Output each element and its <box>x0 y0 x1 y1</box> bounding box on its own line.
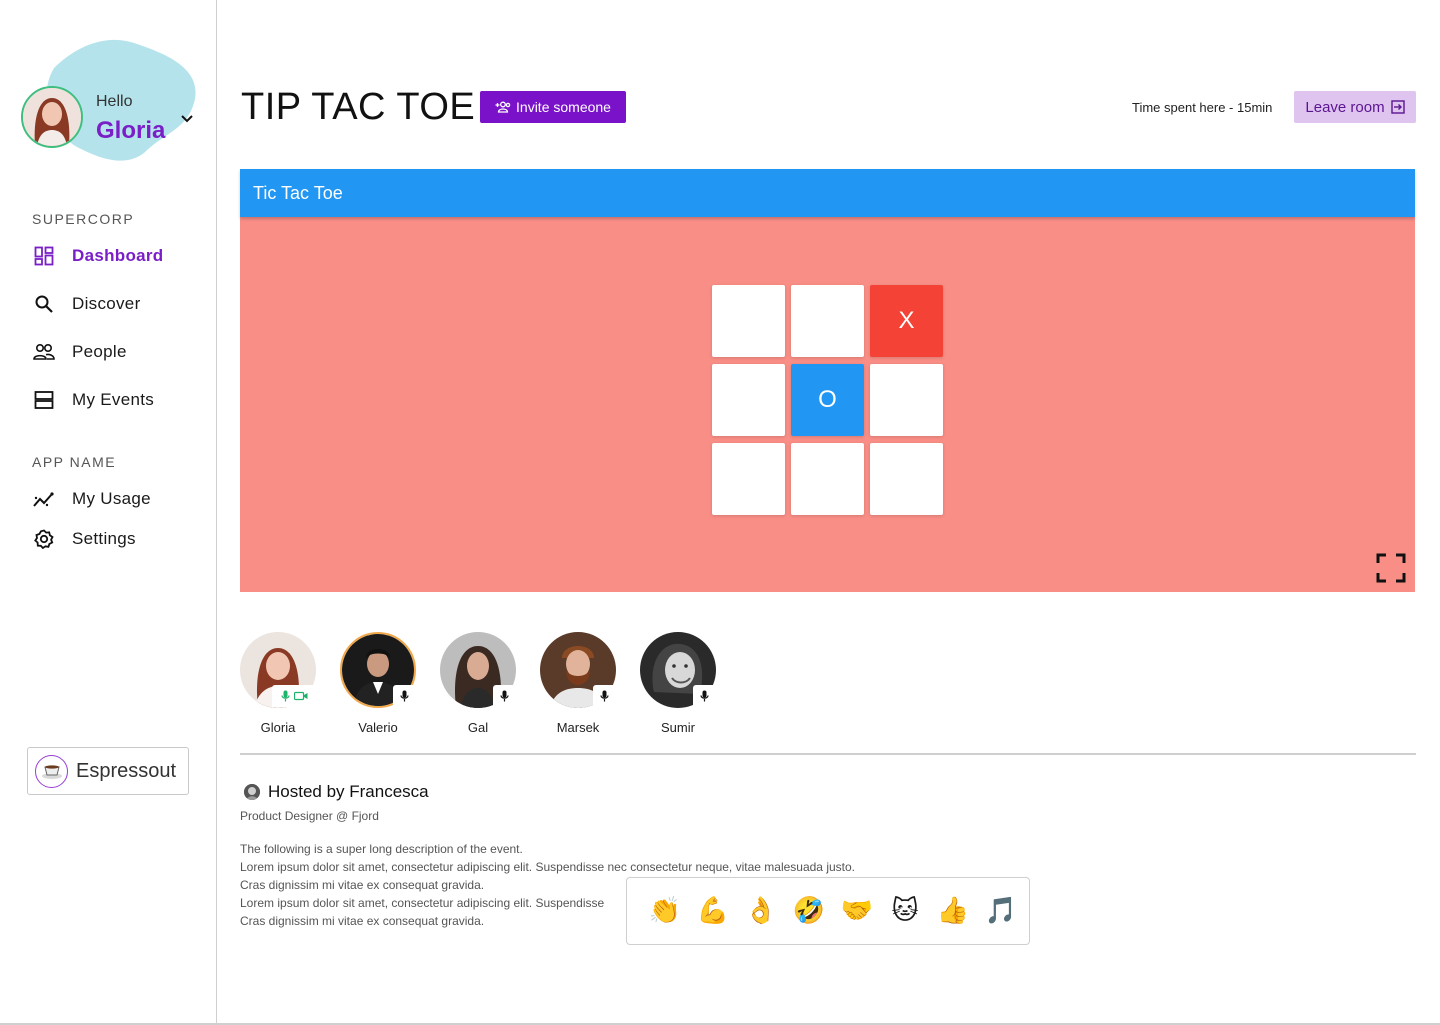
coffee-icon <box>35 754 68 788</box>
participant-status-badge <box>493 685 516 707</box>
participant-status-badge <box>693 685 716 707</box>
clap-reaction-button[interactable]: 👏 <box>641 891 689 931</box>
chevron-down-icon[interactable] <box>178 110 196 128</box>
sidebar-item-label: Discover <box>72 294 141 313</box>
muscle-reaction-button[interactable]: 💪 <box>689 891 737 931</box>
sidebar-item-people[interactable]: People <box>32 339 202 365</box>
sidebar-item-settings[interactable]: Settings <box>32 526 202 552</box>
add-people-icon <box>495 101 511 113</box>
description-line: The following is a super long descriptio… <box>240 842 523 856</box>
participant-name: Marsek <box>556 720 600 735</box>
handshake-reaction-button[interactable]: 🤝 <box>833 891 881 931</box>
microphone-on-icon <box>280 690 290 702</box>
sidebar-item-label: People <box>72 342 127 361</box>
cat-reaction-button[interactable]: 🐱 <box>881 891 929 931</box>
fullscreen-icon[interactable] <box>1376 553 1406 583</box>
game-panel-header: Tic Tac Toe <box>240 169 1415 217</box>
participant-name: Valerio <box>358 720 398 735</box>
section-label-supercorp: SUPERCORP <box>32 211 135 227</box>
board-cell[interactable] <box>791 285 864 357</box>
invite-button-label: Invite someone <box>516 99 611 115</box>
search-icon <box>32 292 56 316</box>
participant-name: Gal <box>467 720 489 735</box>
sidebar-item-label: My Events <box>72 390 155 409</box>
participant-name: Sumir <box>661 720 695 735</box>
hosted-by-text: Hosted by Francesca <box>268 782 429 801</box>
board-cell[interactable] <box>870 443 943 515</box>
user-avatar[interactable] <box>21 86 83 148</box>
game-board-area: X O <box>240 217 1415 592</box>
music-note-reaction-button[interactable]: 🎵 <box>977 891 1025 931</box>
sidebar-item-my-usage[interactable]: My Usage <box>32 486 202 512</box>
user-avatar-image <box>23 88 81 146</box>
host-avatar <box>244 784 260 800</box>
description-line: Lorem ipsum dolor sit amet, consectetur … <box>240 860 855 874</box>
microphone-icon <box>600 690 609 702</box>
board-cell[interactable] <box>712 443 785 515</box>
participant-marsek[interactable]: Marsek <box>539 632 617 735</box>
ok-hand-reaction-button[interactable]: 👌 <box>737 891 785 931</box>
microphone-icon <box>700 690 709 702</box>
page-title: TIP TAC TOE <box>241 86 476 128</box>
game-title: Tic Tac Toe <box>253 182 343 203</box>
microphone-icon <box>400 690 409 702</box>
laughing-reaction-button[interactable]: 🤣 <box>785 891 833 931</box>
thumbs-up-reaction-button[interactable]: 👍 <box>929 891 977 931</box>
reaction-picker: 👏 💪 👌 🤣 🤝 🐱 👍 🎵 <box>626 877 1030 945</box>
participant-status-badge <box>393 685 416 707</box>
sidebar-item-label: Settings <box>72 529 136 548</box>
board-cell[interactable] <box>712 285 785 357</box>
usage-icon <box>32 487 56 511</box>
camera-on-icon <box>293 691 307 701</box>
microphone-icon <box>500 690 509 702</box>
participant-sumir[interactable]: Sumir <box>639 632 717 735</box>
sidebar-item-label: Dashboard <box>72 246 164 265</box>
participant-gloria[interactable]: Gloria <box>239 632 317 735</box>
greeting-text: Hello <box>96 93 133 110</box>
board-cell-x[interactable]: X <box>870 285 943 357</box>
leave-room-button[interactable]: Leave room <box>1294 91 1416 123</box>
company-switcher-button[interactable]: Espressout <box>27 747 189 795</box>
sidebar-item-label: My Usage <box>72 489 151 508</box>
invite-someone-button[interactable]: Invite someone <box>480 91 626 123</box>
sidebar-item-dashboard[interactable]: Dashboard <box>32 243 202 269</box>
people-icon <box>32 340 56 364</box>
section-label-app-name: APP NAME <box>32 454 117 470</box>
participant-gal[interactable]: Gal <box>439 632 517 735</box>
participant-name: Gloria <box>260 720 296 735</box>
section-divider <box>240 753 1416 755</box>
participant-status-badge <box>272 685 316 707</box>
leave-button-label: Leave room <box>1305 98 1385 116</box>
settings-icon <box>32 527 56 551</box>
board-cell[interactable] <box>870 364 943 436</box>
participant-status-badge <box>593 685 616 707</box>
participant-valerio[interactable]: Valerio <box>339 632 417 735</box>
board-cell[interactable] <box>712 364 785 436</box>
company-name: Espressout <box>76 759 177 782</box>
board-cell-o[interactable]: O <box>791 364 864 436</box>
sidebar: Hello Gloria SUPERCORP Dashboard Discove… <box>0 0 217 1025</box>
sidebar-item-my-events[interactable]: My Events <box>32 387 202 413</box>
user-name: Gloria <box>96 117 166 144</box>
dashboard-icon <box>32 244 56 268</box>
exit-icon <box>1390 100 1405 114</box>
host-role-text: Product Designer @ Fjord <box>240 809 379 823</box>
time-spent-text: Time spent here - 15min <box>1132 100 1273 115</box>
sidebar-item-discover[interactable]: Discover <box>32 291 202 317</box>
events-icon <box>32 388 56 412</box>
board-cell[interactable] <box>791 443 864 515</box>
